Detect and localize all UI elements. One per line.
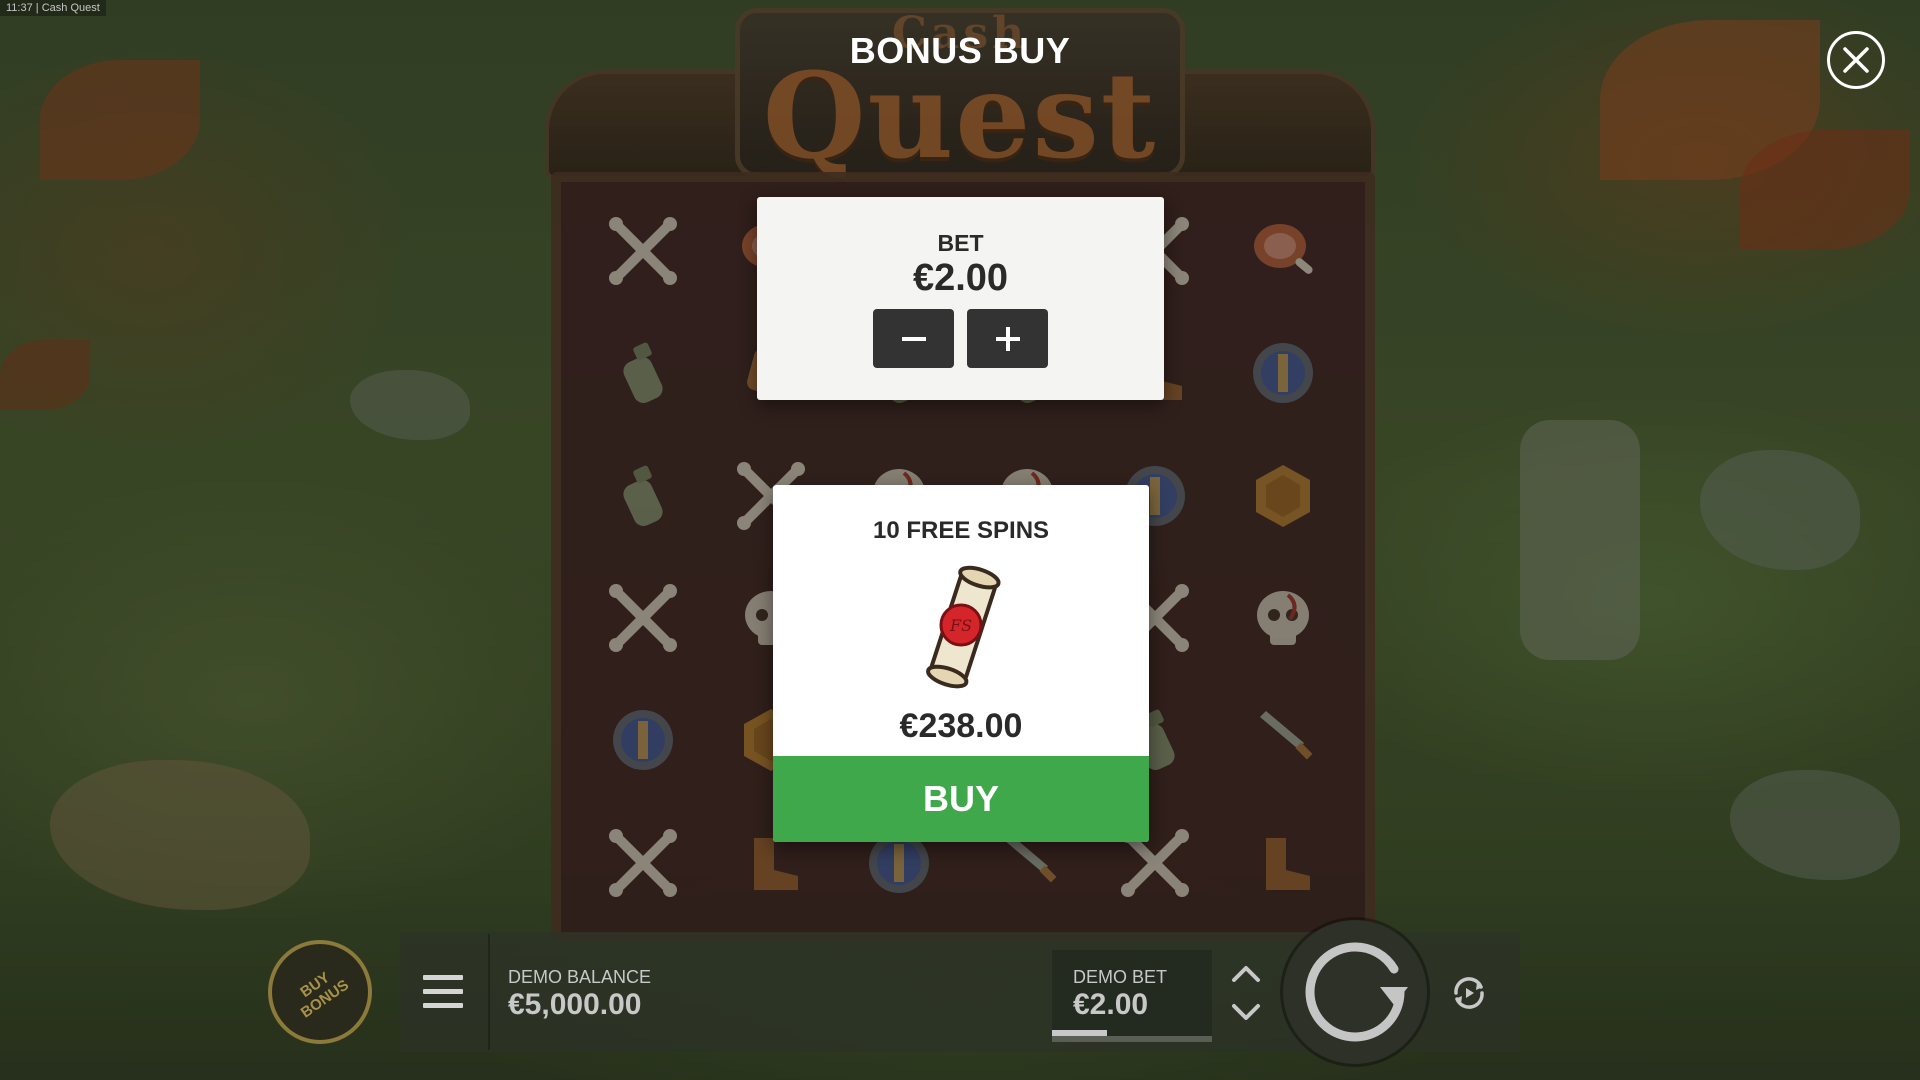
- bet-label: BET: [937, 230, 984, 256]
- bonus-buy-title: BONUS BUY: [849, 30, 1071, 71]
- hud-divider: [488, 934, 490, 1050]
- bet-value: €2.00: [912, 257, 1009, 299]
- autoplay-button[interactable]: [1448, 972, 1490, 1014]
- svg-text:FS: FS: [949, 616, 972, 635]
- chevron-down-icon: [1232, 1004, 1260, 1020]
- spin-button[interactable]: [1283, 920, 1427, 1064]
- buy-bonus-button[interactable]: BUY BONUS: [268, 940, 372, 1044]
- balance-value: €5,000.00: [508, 988, 642, 1021]
- autoplay-icon: [1454, 977, 1484, 1009]
- balance-label: DEMO BALANCE: [508, 967, 652, 987]
- close-button[interactable]: [1827, 31, 1885, 89]
- buy-bonus-label: BUY BONUS: [297, 968, 352, 1022]
- bet-level-indicator: [1052, 1030, 1107, 1036]
- plus-icon: [995, 326, 1020, 351]
- scroll-icon: FS: [926, 565, 1001, 689]
- demo-bet-value: €2.00: [1073, 988, 1149, 1021]
- close-icon: [1843, 47, 1869, 73]
- free-spins-offer-card: 10 FREE SPINS FS €238.00 BUY: [773, 485, 1149, 842]
- bet-panel: BET €2.00: [757, 197, 1164, 400]
- minus-icon: [901, 336, 926, 341]
- offer-price: €238.00: [899, 707, 1023, 745]
- demo-bet-label: DEMO BET: [1073, 967, 1168, 987]
- menu-button[interactable]: [420, 972, 466, 1012]
- buy-button[interactable]: BUY: [773, 756, 1149, 842]
- offer-title: 10 FREE SPINS: [872, 517, 1050, 544]
- bet-up-button[interactable]: [1230, 960, 1262, 986]
- decrease-bet-button[interactable]: [873, 309, 954, 368]
- chevron-up-icon: [1232, 966, 1260, 982]
- increase-bet-button[interactable]: [967, 309, 1048, 368]
- bet-down-button[interactable]: [1230, 1000, 1262, 1026]
- spin-icon: [1305, 942, 1408, 1042]
